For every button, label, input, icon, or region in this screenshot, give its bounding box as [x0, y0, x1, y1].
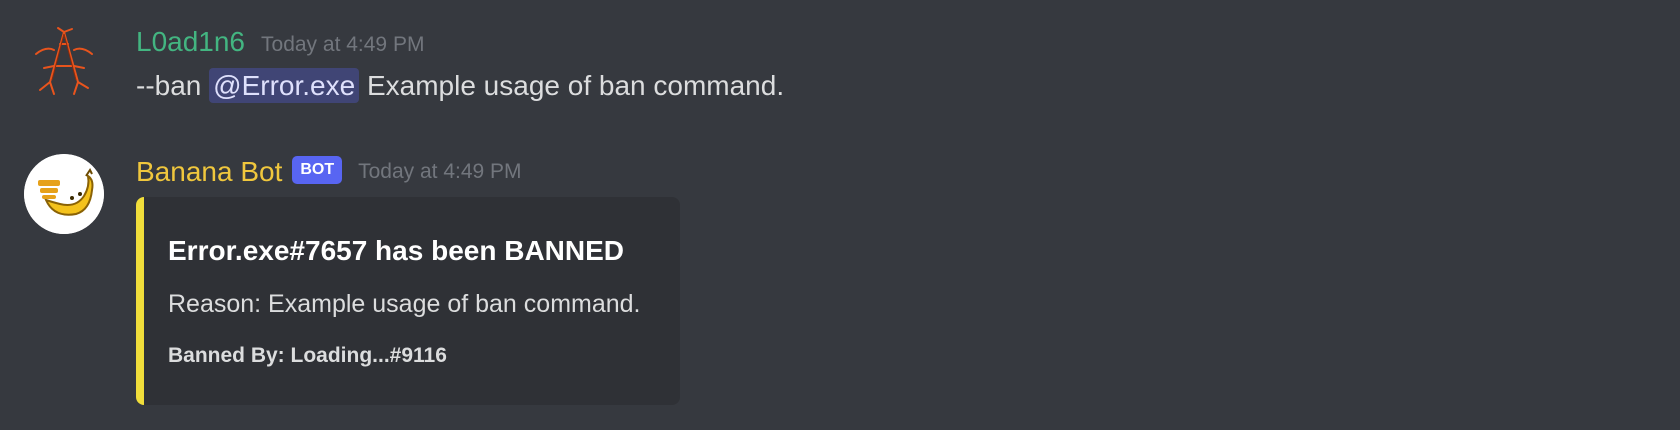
embed-accent-bar — [136, 197, 144, 405]
bot-avatar[interactable] — [24, 154, 104, 234]
command-text: --ban — [136, 70, 202, 101]
message-header: L0ad1n6 Today at 4:49 PM — [136, 24, 424, 63]
embed-description: Reason: Example usage of ban command. — [168, 290, 641, 318]
banana-logo-icon — [24, 154, 104, 234]
command-reason-text: Example usage of ban command. — [366, 70, 785, 101]
message-banana-bot: Banana Bot BOT Today at 4:49 PM Error.ex… — [0, 140, 1680, 430]
gothic-a-logo-icon — [35, 27, 93, 95]
embed-footer: Banned By: Loading...#9116 — [168, 344, 447, 367]
message-header: Banana Bot BOT Today at 4:49 PM — [136, 154, 522, 190]
user-avatar[interactable] — [24, 24, 104, 104]
user-mention[interactable]: @Error.exe — [209, 68, 360, 103]
message-l0ad1n6: L0ad1n6 Today at 4:49 PM --ban @Error.ex… — [0, 0, 1680, 118]
ban-embed: Error.exe#7657 has been BANNED Reason: E… — [136, 197, 680, 405]
timestamp[interactable]: Today at 4:49 PM — [261, 27, 424, 63]
embed-title: Error.exe#7657 has been BANNED — [168, 235, 624, 266]
username[interactable]: L0ad1n6 — [136, 24, 245, 60]
message-content: --ban @Error.exe Example usage of ban co… — [136, 66, 784, 106]
username[interactable]: Banana Bot — [136, 154, 282, 190]
timestamp[interactable]: Today at 4:49 PM — [358, 154, 521, 190]
bot-badge: BOT — [292, 156, 343, 184]
